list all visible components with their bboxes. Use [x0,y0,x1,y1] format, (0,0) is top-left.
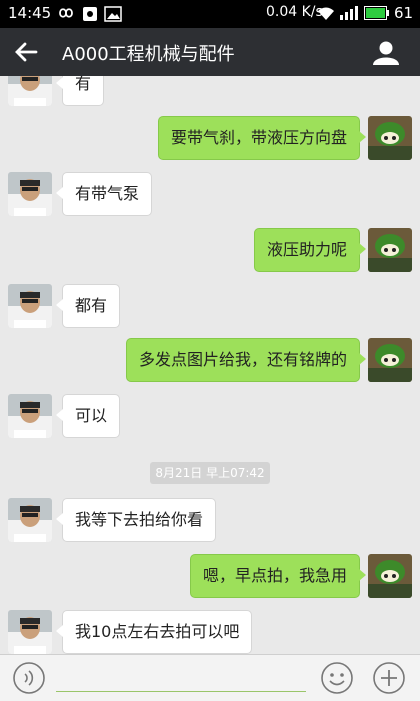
message-bubble[interactable]: 都有 [55,284,121,328]
my-avatar[interactable] [368,554,412,598]
message-input[interactable] [56,691,306,692]
emoji-icon[interactable] [320,661,354,695]
status-bar: 14:45 0.04 K/s 61 [0,0,420,28]
my-avatar[interactable] [368,116,412,160]
signal-icon [340,6,358,20]
contact-avatar[interactable] [8,394,52,438]
message-bubble[interactable]: 我等下去拍给你看 [55,498,217,542]
battery-level: 61 [394,4,414,22]
contact-avatar[interactable] [8,76,52,106]
message-bubble[interactable]: 有 [55,76,105,106]
infinity-icon [59,8,73,18]
battery-icon [364,6,389,20]
message-bubble[interactable]: 嗯，早点拍，我急用 [189,554,367,598]
plus-icon[interactable] [372,661,406,695]
contact-avatar[interactable] [8,172,52,216]
my-avatar[interactable] [368,228,412,272]
image-icon [104,6,122,22]
message-bubble[interactable]: 可以 [55,394,121,438]
message-bubble[interactable]: 多发点图片给我，还有铭牌的 [125,338,367,382]
chat-area[interactable]: 有 要带气刹，带液压方向盘 有带气泵 液压助力呢 都有 多发点图片给我，还有铭牌… [0,76,420,654]
message-bubble[interactable]: 我10点左右去拍可以吧 [55,610,253,654]
my-avatar[interactable] [368,338,412,382]
wifi-icon [318,7,334,20]
status-time: 14:45 [8,4,52,22]
contact-avatar[interactable] [8,610,52,654]
chat-title: A000工程机械与配件 [62,44,235,65]
voice-icon[interactable] [12,661,46,695]
contact-avatar[interactable] [8,284,52,328]
message-bubble[interactable]: 有带气泵 [55,172,153,216]
contact-avatar[interactable] [8,498,52,542]
input-bar [0,654,420,701]
message-bubble[interactable]: 要带气刹，带液压方向盘 [157,116,367,160]
network-speed: 0.04 K/s [266,4,323,20]
message-bubble[interactable]: 液压助力呢 [253,228,367,272]
notification-icon [83,7,97,21]
time-divider: 8月21日 早上07:42 [150,462,270,484]
person-icon[interactable] [372,40,400,66]
back-arrow-icon[interactable] [12,38,40,66]
app-bar: A000工程机械与配件 [0,28,420,76]
